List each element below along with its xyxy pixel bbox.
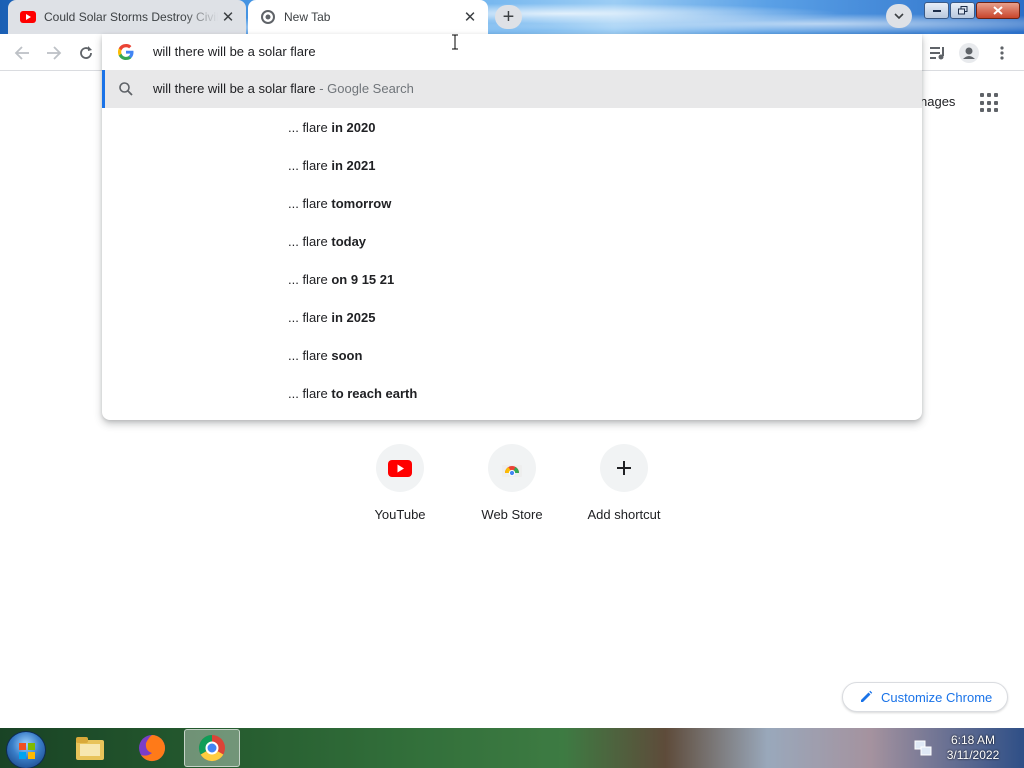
taskbar-firefox[interactable]: [124, 729, 180, 767]
minimize-button[interactable]: [924, 2, 949, 19]
close-tab-icon[interactable]: ✕: [218, 7, 238, 27]
suggestion-text: ... flare tomorrow: [288, 196, 392, 211]
suggestion-text: ... flare to reach earth: [288, 386, 418, 401]
suggestion-item[interactable]: ... flare today: [102, 222, 922, 260]
windows-logo-icon: [19, 743, 35, 759]
taskbar-chrome[interactable]: [184, 729, 240, 767]
web-store-icon: [502, 465, 522, 477]
start-button[interactable]: [6, 731, 46, 768]
shortcut-tile: [376, 444, 424, 492]
omnibox-dropdown: will there will be a solar flare will th…: [102, 34, 922, 420]
add-shortcut-button[interactable]: Add shortcut: [568, 444, 680, 534]
window-controls: [924, 2, 1021, 19]
forward-button[interactable]: [42, 41, 66, 65]
address-bar[interactable]: will there will be a solar flare: [102, 34, 922, 70]
tab-youtube-video[interactable]: Could Solar Storms Destroy Civili ✕: [8, 0, 246, 34]
plus-icon: [617, 461, 631, 475]
suggestion-item[interactable]: ... flare to reach earth: [102, 374, 922, 412]
address-bar-text: will there will be a solar flare: [153, 44, 316, 59]
suggestion-text: ... flare today: [288, 234, 367, 249]
tab-title: Could Solar Storms Destroy Civili: [44, 10, 218, 24]
customize-label: Customize Chrome: [881, 689, 993, 705]
close-tab-icon[interactable]: ✕: [460, 7, 480, 27]
shortcut-tile: [488, 444, 536, 492]
suggestion-item[interactable]: ... flare tomorrow: [102, 184, 922, 222]
shortcut-label: Web Store: [481, 507, 543, 522]
search-icon: [119, 82, 133, 96]
chrome-icon: [260, 9, 276, 25]
images-link[interactable]: nages: [920, 94, 955, 109]
suggestion-query: will there will be a solar flare: [153, 81, 316, 96]
suggestion-text: ... flare in 2020: [288, 120, 376, 135]
folder-icon: [76, 737, 104, 760]
tab-search-button[interactable]: [886, 4, 912, 28]
taskbar-explorer[interactable]: [62, 729, 118, 767]
chrome-icon: [198, 734, 225, 762]
network-icon[interactable]: [914, 739, 932, 757]
reading-list-button[interactable]: [926, 41, 950, 65]
google-g-icon: [118, 44, 134, 60]
shortcut-youtube[interactable]: YouTube: [344, 444, 456, 534]
suggestion-suffix: - Google Search: [315, 81, 414, 96]
minimize-icon: [932, 9, 941, 12]
youtube-icon: [388, 459, 412, 477]
reload-button[interactable]: [74, 41, 98, 65]
suggestion-item[interactable]: ... flare on 9 15 21: [102, 260, 922, 298]
arrow-left-icon: [14, 46, 29, 60]
restore-icon: [957, 6, 967, 15]
shortcut-web-store[interactable]: Web Store: [456, 444, 568, 534]
clock-time: 6:18 AM: [950, 733, 996, 747]
plus-icon: +: [502, 6, 515, 28]
media-queue-icon: [930, 47, 944, 60]
profile-button[interactable]: [957, 41, 981, 65]
text-cursor-icon: [452, 34, 458, 50]
youtube-icon: [20, 9, 36, 25]
suggestion-google-search[interactable]: will there will be a solar flare - Googl…: [102, 70, 922, 108]
arrow-right-icon: [47, 46, 62, 60]
suggestion-item[interactable]: ... flare in 2020: [102, 108, 922, 146]
customize-chrome-button[interactable]: Customize Chrome: [842, 682, 1008, 712]
taskbar-clock[interactable]: 6:18 AM 3/11/2022: [938, 733, 1008, 763]
shortcut-label: YouTube: [374, 507, 426, 522]
selection-indicator: [102, 70, 105, 108]
suggestion-item[interactable]: ... flare in 2025: [102, 298, 922, 336]
suggestion-text: will there will be a solar flare - Googl…: [153, 81, 414, 96]
tab-strip: Could Solar Storms Destroy Civili ✕ New …: [0, 0, 1024, 34]
suggestion-item[interactable]: ... flare soon: [102, 336, 922, 374]
suggestion-text: ... flare on 9 15 21: [288, 272, 395, 287]
shortcut-label: Add shortcut: [587, 507, 661, 522]
avatar-icon: [959, 43, 979, 63]
clock-date: 3/11/2022: [946, 748, 1000, 762]
suggestion-text: ... flare in 2025: [288, 310, 376, 325]
new-tab-button[interactable]: +: [495, 5, 522, 29]
apps-grid-icon[interactable]: [980, 93, 1000, 113]
restore-button[interactable]: [950, 2, 975, 19]
suggestion-item[interactable]: ... flare in 2021: [102, 146, 922, 184]
shortcut-tile: [600, 444, 648, 492]
pencil-icon: [861, 690, 873, 702]
reload-icon: [80, 46, 92, 59]
menu-button[interactable]: [990, 41, 1014, 65]
chevron-down-icon: [894, 13, 904, 19]
close-window-button[interactable]: [976, 2, 1020, 19]
suggestion-text: ... flare soon: [288, 348, 363, 363]
firefox-icon: [139, 735, 166, 762]
back-button[interactable]: [10, 41, 34, 65]
more-vert-icon: [1000, 46, 1004, 60]
suggestion-text: ... flare in 2021: [288, 158, 376, 173]
close-icon: [993, 6, 1003, 15]
tab-title: New Tab: [284, 10, 331, 24]
tab-new-tab[interactable]: New Tab ✕: [248, 0, 488, 34]
